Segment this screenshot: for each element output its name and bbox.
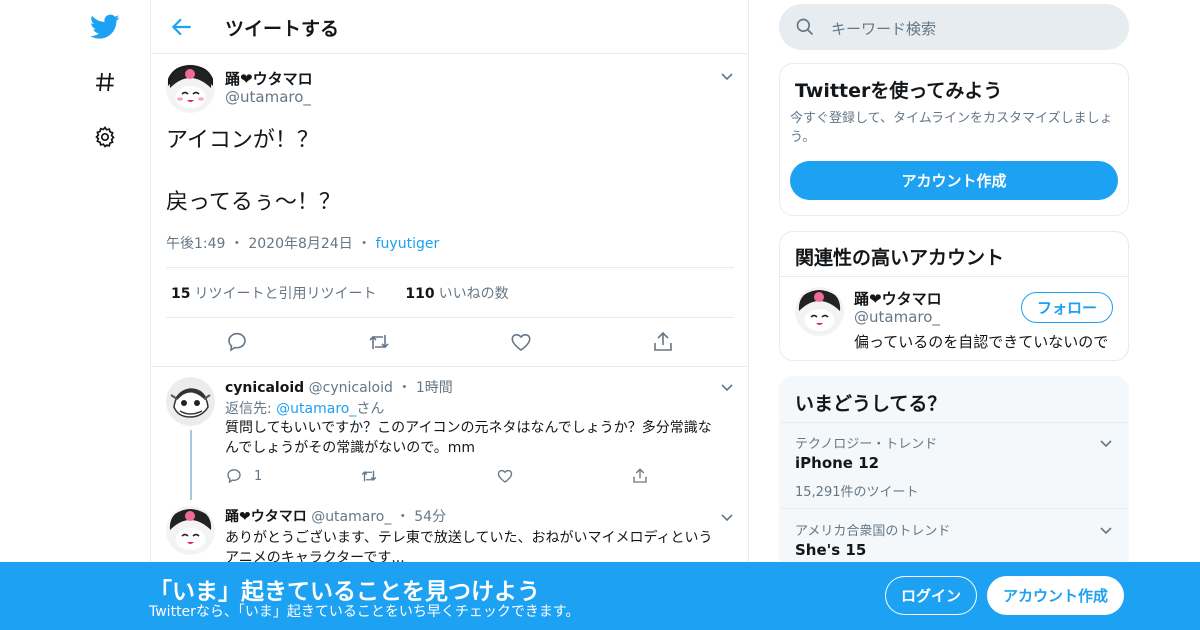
divider <box>151 366 749 367</box>
reply-time[interactable]: 1時間 <box>416 380 453 396</box>
arrow-left-icon[interactable] <box>169 14 195 40</box>
tweet-source-link[interactable]: fuyutiger <box>376 236 440 252</box>
reply-icon[interactable] <box>225 330 249 354</box>
related-card-title: 関連性の高いアカウント <box>795 247 1005 269</box>
related-accounts-card: 関連性の高いアカウント 踊❤ウタマロ @utamaro_ 偏っているのを自認でき… <box>779 231 1129 361</box>
retweets-label: リツイートと引用リツイート <box>194 286 377 302</box>
display-name[interactable]: 踊❤ウタマロ <box>225 68 313 89</box>
trend-count: 15,291件のツイート <box>795 485 919 500</box>
retweets-stat[interactable]: 15 リツイートと引用リツイート <box>171 286 376 302</box>
reply-to: 返信先: @utamaro_さん <box>225 398 384 418</box>
chevron-down-icon[interactable] <box>719 379 735 395</box>
display-name[interactable]: cynicaloid <box>225 380 304 396</box>
reply-time[interactable]: 54分 <box>414 509 446 525</box>
divider <box>166 317 734 318</box>
tweet-meta: 午後1:49 ・ 2020年8月24日 ・ fuyutiger <box>166 236 440 252</box>
signup-banner: 「いま」起きていることを見つけよう Twitterなら、「いま」起きていることを… <box>0 562 1200 630</box>
share-icon[interactable] <box>651 330 675 354</box>
display-name[interactable]: 踊❤ウタマロ <box>225 509 307 525</box>
reply-to-handle[interactable]: @utamaro_ <box>276 401 356 417</box>
handle[interactable]: @cynicaloid <box>309 380 393 396</box>
divider <box>780 276 1128 277</box>
search-input[interactable]: キーワード検索 <box>831 18 936 39</box>
reply-text: 質問してもいいですか？このアイコンの元ネタはなんでしょうか？多分常識なんでしょう… <box>225 420 712 456</box>
account-bio: 偏っているのを自認できていないので <box>854 333 1109 351</box>
chevron-down-icon[interactable] <box>1098 435 1114 451</box>
trends-card: いまどうしてる？ テクノロジー・トレンド iPhone 12 15,291件のツ… <box>779 376 1129 562</box>
login-button[interactable]: ログイン <box>885 576 977 615</box>
likes-stat[interactable]: 110 いいねの数 <box>405 286 508 302</box>
share-icon[interactable] <box>631 467 649 485</box>
gear-icon[interactable] <box>88 120 122 154</box>
tweet-text-line-1: アイコンが！？ <box>166 128 319 153</box>
avatar[interactable] <box>795 287 844 336</box>
reply-icon[interactable] <box>225 467 243 485</box>
hashtag-icon[interactable] <box>88 65 122 99</box>
follow-button[interactable]: フォロー <box>1021 292 1113 323</box>
divider <box>166 267 734 268</box>
reply-to-suffix: さん <box>356 401 385 417</box>
retweets-count: 15 <box>171 286 191 302</box>
divider <box>780 508 1128 509</box>
divider <box>780 422 1128 423</box>
reply-to-prefix: 返信先: <box>225 401 277 417</box>
thread-line <box>190 430 192 500</box>
banner-subtitle: Twitterなら、「いま」起きていることをいち早くチェックできます。 <box>149 604 580 620</box>
trend-name: She's 15 <box>795 541 867 559</box>
tweet-date[interactable]: 2020年8月24日 <box>248 236 352 252</box>
tweet-text-line-2: 戻ってるぅ～！？ <box>166 190 341 215</box>
page-title: ツイートする <box>225 18 340 40</box>
handle[interactable]: @utamaro_ <box>311 509 391 525</box>
signup-button[interactable]: アカウント作成 <box>987 576 1124 615</box>
signup-card-title: Twitterを使ってみよう <box>795 80 1003 102</box>
create-account-button[interactable]: アカウント作成 <box>790 161 1118 200</box>
trend-name: iPhone 12 <box>795 454 880 472</box>
signup-card: Twitterを使ってみよう 今すぐ登録して、タイムラインをカスタマイズしましょ… <box>779 63 1129 216</box>
avatar[interactable] <box>166 64 215 113</box>
display-name[interactable]: 踊❤ウタマロ <box>854 288 942 309</box>
retweet-icon[interactable] <box>367 330 391 354</box>
avatar[interactable] <box>166 506 215 555</box>
likes-count: 110 <box>405 286 435 302</box>
tweet-stats: 15 リツイートと引用リツイート 110 いいねの数 <box>171 283 509 303</box>
trend-context: アメリカ合衆国のトレンド <box>795 524 951 539</box>
likes-label: いいねの数 <box>438 286 509 302</box>
tweet-time[interactable]: 午後1:49 <box>166 236 225 252</box>
reply-header: 踊❤ウタマロ @utamaro_ ・ 54分 <box>225 509 447 525</box>
chevron-down-icon[interactable] <box>719 509 735 525</box>
chevron-down-icon[interactable] <box>1098 522 1114 538</box>
reply-header: cynicaloid @cynicaloid ・ 1時間 <box>225 380 453 396</box>
twitter-logo-icon[interactable] <box>88 10 122 44</box>
retweet-icon[interactable] <box>360 467 378 485</box>
left-nav <box>0 0 150 630</box>
trends-card-title: いまどうしてる？ <box>795 393 947 415</box>
search-box[interactable]: キーワード検索 <box>779 4 1129 50</box>
signup-card-subtitle: 今すぐ登録して、タイムラインをカスタマイズしましょう。 <box>790 111 1113 145</box>
avatar[interactable] <box>166 377 215 426</box>
handle[interactable]: @utamaro_ <box>225 88 311 106</box>
main-header: ツイートする <box>151 0 749 54</box>
main-column: ツイートする 踊❤ウタマロ @utamaro_ アイコンが！？ 戻ってるぅ～！？… <box>150 0 749 630</box>
search-icon <box>795 17 815 37</box>
chevron-down-icon[interactable] <box>719 68 735 84</box>
trend-context: テクノロジー・トレンド <box>795 437 938 452</box>
like-icon[interactable] <box>509 330 533 354</box>
reply-count: 1 <box>254 469 263 484</box>
like-icon[interactable] <box>496 467 514 485</box>
handle[interactable]: @utamaro_ <box>854 308 940 326</box>
